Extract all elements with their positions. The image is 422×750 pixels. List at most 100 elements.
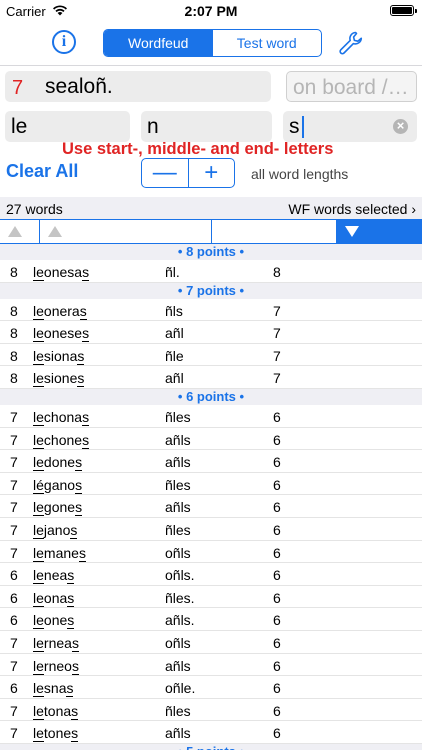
word-end: s <box>79 302 87 320</box>
remaining-letters: añls. <box>165 612 195 629</box>
clear-field-icon[interactable]: × <box>393 119 408 134</box>
remaining-letters: oñle. <box>165 680 196 697</box>
word-points: 6 <box>273 544 281 561</box>
word-text: lesionas <box>33 347 85 365</box>
list-item[interactable]: 6 leones añls. 6 <box>0 608 422 631</box>
list-item[interactable]: 8 lesionas ñle 7 <box>0 344 422 367</box>
sort-points-button[interactable] <box>337 220 422 243</box>
word-end: s <box>82 431 90 449</box>
word-middle: onesa <box>43 264 83 280</box>
list-item[interactable]: 7 lechonas ñles 6 <box>0 405 422 428</box>
word-start: le <box>33 544 44 562</box>
section-header: • 8 points • <box>0 244 422 260</box>
start-letters-input[interactable]: le <box>5 111 130 142</box>
word-end: s <box>71 702 79 720</box>
word-middle: tona <box>43 702 72 719</box>
word-text: ledones <box>33 454 83 472</box>
list-item[interactable]: 7 letonas ñles 6 <box>0 699 422 722</box>
word-points: 6 <box>273 521 281 538</box>
tab-wordfeud[interactable]: Wordfeud <box>104 30 213 56</box>
word-end: s <box>78 544 86 562</box>
list-item[interactable]: 7 lerneas oñls 6 <box>0 631 422 654</box>
list-item[interactable]: 6 leonas ñles. 6 <box>0 586 422 609</box>
decrement-button[interactable]: — <box>142 159 188 187</box>
word-length: 8 <box>10 302 18 319</box>
wrench-icon[interactable] <box>338 30 364 56</box>
sort-remaining-button[interactable] <box>212 220 337 243</box>
word-middle: rneo <box>43 657 72 674</box>
word-middle: chone <box>43 431 83 448</box>
on-board-input[interactable]: on board /… <box>286 71 417 102</box>
remaining-letters: añl <box>165 325 184 342</box>
word-middle: gone <box>43 499 76 516</box>
list-item[interactable]: 7 ledones añls 6 <box>0 450 422 473</box>
list-item[interactable]: 7 léganos ñles 6 <box>0 473 422 496</box>
word-length: 7 <box>10 634 18 651</box>
word-start: le <box>33 302 44 320</box>
status-bar: Carrier 2:07 PM <box>0 0 422 22</box>
sort-header <box>0 219 422 244</box>
list-item[interactable]: 6 leneas oñls. 6 <box>0 563 422 586</box>
remaining-letters: añls <box>165 431 191 448</box>
section-header: • 7 points • <box>0 282 422 299</box>
rack-input[interactable]: 7 sealoñ. <box>5 71 271 102</box>
sort-length-button[interactable] <box>0 220 40 243</box>
word-start: le <box>33 454 44 472</box>
info-icon[interactable]: i <box>52 30 76 54</box>
list-item[interactable]: 7 legones añls 6 <box>0 495 422 518</box>
word-middle: gano <box>43 476 76 493</box>
remaining-letters: ñles <box>165 521 191 538</box>
word-start: le <box>33 499 44 517</box>
sort-ascending-icon <box>48 226 62 237</box>
word-points: 6 <box>273 702 281 719</box>
list-item[interactable]: 8 lesiones añl 7 <box>0 366 422 389</box>
sort-word-button[interactable] <box>40 220 212 243</box>
word-start: le <box>33 634 44 652</box>
list-item[interactable]: 7 lejanos ñles 6 <box>0 518 422 541</box>
word-start: le <box>33 521 44 539</box>
list-item[interactable]: 8 leonesas ñl. 8 <box>0 260 422 283</box>
tab-test-word[interactable]: Test word <box>213 30 322 56</box>
word-end: s <box>82 264 90 281</box>
list-item[interactable]: 7 letones añls 6 <box>0 721 422 744</box>
list-item[interactable]: 8 leoneses añl 7 <box>0 321 422 344</box>
word-length: 6 <box>10 589 18 606</box>
word-text: léganos <box>33 476 83 494</box>
word-points: 6 <box>273 499 281 516</box>
word-text: leneas <box>33 567 75 585</box>
word-points: 6 <box>273 680 281 697</box>
increment-button[interactable]: + <box>189 159 235 187</box>
letters-hint: Use start-, middle- and end- letters <box>62 140 334 158</box>
word-start: le <box>33 408 44 426</box>
word-text: lemanes <box>33 544 86 562</box>
sort-ascending-icon <box>8 226 22 237</box>
word-end: s <box>71 725 79 743</box>
end-letters-input[interactable]: s × <box>283 111 417 142</box>
word-text: letones <box>33 725 79 743</box>
word-points: 6 <box>273 634 281 651</box>
word-length: 7 <box>10 702 18 719</box>
battery-icon <box>390 5 417 16</box>
word-count: 27 words <box>6 201 63 217</box>
word-points: 6 <box>273 454 281 471</box>
word-end: s <box>82 325 90 343</box>
word-list-selector[interactable]: WF words selected › <box>288 201 416 217</box>
list-item[interactable]: 7 lemanes oñls 6 <box>0 541 422 564</box>
list-item[interactable]: 7 lerneos añls 6 <box>0 654 422 677</box>
word-length: 8 <box>10 347 18 364</box>
list-item[interactable]: 8 leoneras ñls 7 <box>0 299 422 322</box>
middle-letters-input[interactable]: n <box>141 111 272 142</box>
word-end: s <box>70 521 78 539</box>
section-header: • 6 points • <box>0 388 422 405</box>
word-middle: chona <box>43 408 83 425</box>
remaining-letters: ñles <box>165 408 191 425</box>
list-item[interactable]: 7 lechones añls 6 <box>0 428 422 451</box>
remaining-letters: oñls. <box>165 567 195 584</box>
list-item[interactable]: 6 lesnas oñle. 6 <box>0 676 422 699</box>
word-text: lerneas <box>33 634 79 652</box>
word-start: le <box>33 325 44 343</box>
word-end: s <box>67 612 75 630</box>
results-list: • 8 points • 8 leonesas ñl. 8 • 7 points • 8 le… <box>0 244 422 750</box>
remaining-letters: añls <box>165 499 191 516</box>
clear-all-button[interactable]: Clear All <box>6 161 78 182</box>
